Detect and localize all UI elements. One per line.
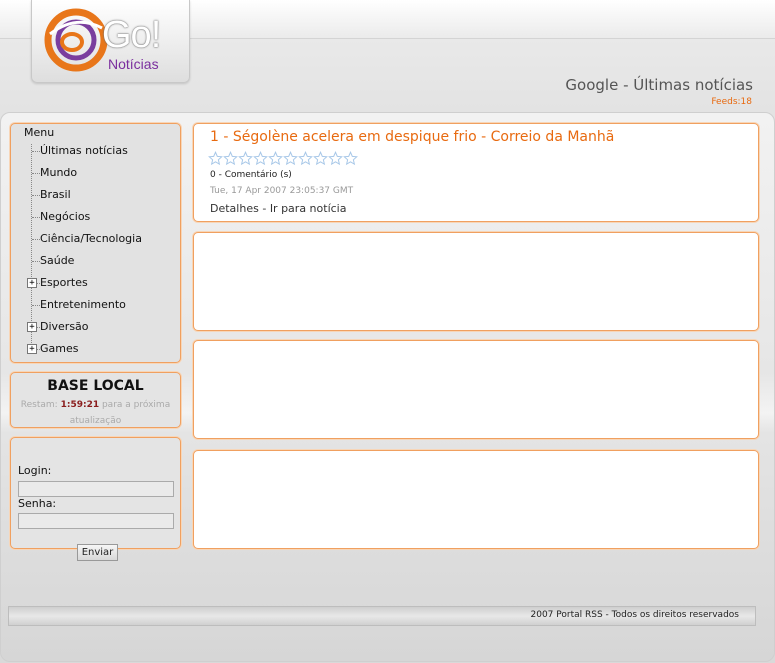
star-icon[interactable] bbox=[238, 151, 253, 166]
countdown-prefix: Restam: bbox=[20, 400, 58, 410]
menu-item[interactable]: Brasil bbox=[40, 188, 71, 201]
news-item-empty bbox=[193, 450, 759, 549]
tree-branch bbox=[32, 261, 40, 262]
countdown-time: 1:59:21 bbox=[60, 400, 100, 410]
login-box: Login: Senha: bbox=[10, 437, 181, 549]
news-item-empty bbox=[193, 340, 759, 439]
base-local-box: BASE LOCAL Restam: 1:59:21 para a próxim… bbox=[10, 372, 181, 428]
news-item: 1 - Ségolène acelera em despique frio - … bbox=[193, 123, 759, 222]
menu-item[interactable]: Mundo bbox=[40, 166, 77, 179]
login-label: Login: bbox=[18, 464, 52, 477]
update-countdown: Restam: 1:59:21 para a próxima atualizaç… bbox=[17, 397, 174, 429]
footer: 2007 Portal RSS - Todos os direitos rese… bbox=[8, 606, 756, 626]
menu-item[interactable]: Games bbox=[40, 342, 78, 355]
logo[interactable]: Go! Notícias bbox=[31, 0, 190, 83]
link-separator: - bbox=[262, 202, 267, 215]
star-icon[interactable] bbox=[343, 151, 358, 166]
logo-subtext: Notícias bbox=[108, 56, 159, 72]
news-title-link[interactable]: 1 - Ségolène acelera em despique frio - … bbox=[210, 129, 614, 145]
tree-branch bbox=[32, 173, 40, 174]
star-icon[interactable] bbox=[313, 151, 328, 166]
login-input[interactable] bbox=[18, 481, 174, 497]
menu-item[interactable]: Ciência/Tecnologia bbox=[40, 232, 142, 245]
menu-heading: Menu bbox=[24, 126, 55, 139]
star-icon[interactable] bbox=[223, 151, 238, 166]
tree-branch bbox=[32, 217, 40, 218]
menu-item[interactable]: Negócios bbox=[40, 210, 90, 223]
menu-item[interactable]: Saúde bbox=[40, 254, 74, 267]
tree-branch bbox=[32, 239, 40, 240]
expand-icon[interactable]: + bbox=[27, 344, 37, 354]
menu-box: Menu Últimas notícias Mundo Brasil Negócios… bbox=[10, 123, 181, 363]
expand-icon[interactable]: + bbox=[27, 322, 37, 332]
page-title: Google - Últimas notícias bbox=[565, 76, 753, 94]
tree-branch bbox=[32, 151, 40, 152]
menu-item[interactable]: Esportes bbox=[40, 276, 88, 289]
feeds-count: Feeds:18 bbox=[711, 97, 752, 107]
menu-item[interactable]: Entretenimento bbox=[40, 298, 126, 311]
expand-icon[interactable]: + bbox=[27, 278, 37, 288]
open-news-link[interactable]: Ir para notícia bbox=[270, 202, 347, 215]
star-icon[interactable] bbox=[283, 151, 298, 166]
footer-text: 2007 Portal RSS - Todos os direitos rese… bbox=[530, 610, 740, 620]
base-local-title: BASE LOCAL bbox=[47, 378, 144, 394]
password-label: Senha: bbox=[18, 497, 57, 510]
news-item-empty bbox=[193, 232, 759, 331]
submit-button[interactable]: Enviar bbox=[77, 544, 118, 561]
star-icon[interactable] bbox=[253, 151, 268, 166]
tree-branch bbox=[32, 305, 40, 306]
rating-stars[interactable] bbox=[208, 151, 358, 169]
password-input[interactable] bbox=[18, 513, 174, 529]
comments-link[interactable]: 0 - Comentário (s) bbox=[210, 170, 292, 180]
logo-text: Go! bbox=[102, 14, 161, 56]
star-icon[interactable] bbox=[298, 151, 313, 166]
tree-branch bbox=[32, 195, 40, 196]
star-icon[interactable] bbox=[208, 151, 223, 166]
tree-line bbox=[31, 144, 33, 349]
menu-item[interactable]: Diversão bbox=[40, 320, 89, 333]
menu-item[interactable]: Últimas notícias bbox=[40, 144, 128, 157]
news-links: Detalhes - Ir para notícia bbox=[210, 202, 346, 215]
star-icon[interactable] bbox=[268, 151, 283, 166]
star-icon[interactable] bbox=[328, 151, 343, 166]
details-link[interactable]: Detalhes bbox=[210, 202, 259, 215]
news-date: Tue, 17 Apr 2007 23:05:37 GMT bbox=[210, 186, 354, 196]
